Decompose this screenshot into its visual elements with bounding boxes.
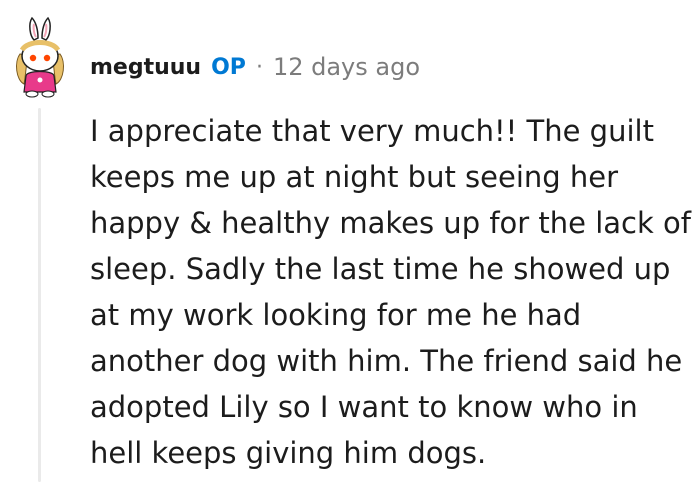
separator-dot: · — [255, 54, 263, 80]
thread-collapse-line[interactable] — [38, 108, 41, 482]
comment-body-line: keeps me up at night but seeing her — [90, 160, 619, 194]
comment-body-line: I appreciate that very much!! The guilt — [90, 114, 654, 148]
comment: megtuuu OP · 12 days ago I appreciate th… — [0, 0, 700, 482]
comment-body-line: at my work looking for me he had — [90, 298, 582, 332]
comment-body-line: another dog with him. The friend said he — [90, 344, 683, 378]
comment-body-line: hell keeps giving him dogs. — [90, 436, 487, 470]
comment-body-line: happy & healthy makes up for the lack of — [90, 206, 691, 240]
comment-body: I appreciate that very much!! The guilt … — [90, 108, 691, 476]
op-badge: OP — [211, 54, 246, 80]
comment-body-line: adopted Lily so I want to know who in — [90, 390, 638, 424]
comment-body-line: sleep. Sadly the last time he showed up — [90, 252, 671, 286]
username-link[interactable]: megtuuu — [90, 55, 201, 80]
comment-header: megtuuu OP · 12 days ago — [90, 50, 420, 84]
comment-timestamp[interactable]: 12 days ago — [273, 53, 420, 81]
user-avatar-icon[interactable] — [10, 14, 74, 98]
